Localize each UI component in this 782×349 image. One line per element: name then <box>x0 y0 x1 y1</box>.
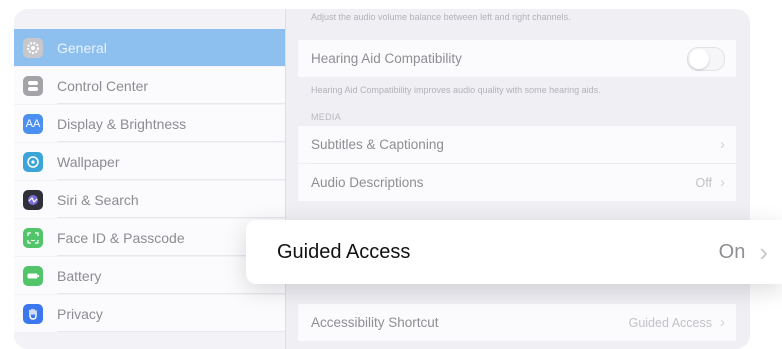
sidebar-item-label: Wallpaper <box>57 153 120 170</box>
guided-access-value: On <box>718 240 746 263</box>
chevron-right-icon: › <box>759 236 768 267</box>
divider <box>57 331 285 332</box>
sidebar-item-wallpaper[interactable]: Wallpaper <box>14 143 285 180</box>
sidebar-item-label: Siri & Search <box>57 191 139 208</box>
sidebar-item-label: Display & Brightness <box>57 115 187 132</box>
sidebar-item-siri-search[interactable]: Siri & Search <box>14 181 285 218</box>
sidebar-item-label: General <box>57 39 107 56</box>
accessibility-shortcut-value: Guided Access <box>628 315 712 330</box>
flower-icon <box>23 151 43 172</box>
toggles-icon <box>23 75 43 96</box>
sidebar-item-label: Face ID & Passcode <box>57 229 185 246</box>
chevron-right-icon: › <box>720 174 725 191</box>
hearing-aid-label: Hearing Aid Compatibility <box>311 51 462 66</box>
sidebar: General Control Center AA Display & Brig… <box>14 9 286 349</box>
sidebar-item-control-center[interactable]: Control Center <box>14 67 285 104</box>
audio-descriptions-row[interactable]: Audio Descriptions Off › <box>298 164 736 201</box>
hearing-aid-footnote: Hearing Aid Compatibility improves audio… <box>311 85 601 95</box>
audio-descriptions-label: Audio Descriptions <box>311 175 424 190</box>
sidebar-item-label: Privacy <box>57 305 103 322</box>
text-size-icon: AA <box>23 113 43 134</box>
accessibility-shortcut-label: Accessibility Shortcut <box>311 315 439 330</box>
accessibility-shortcut-row[interactable]: Accessibility Shortcut Guided Access › <box>298 304 736 341</box>
sidebar-item-battery[interactable]: Battery <box>14 257 285 294</box>
sidebar-item-display-brightness[interactable]: AA Display & Brightness <box>14 105 285 142</box>
subtitles-captioning-row[interactable]: Subtitles & Captioning › <box>298 126 736 163</box>
divider <box>57 103 285 104</box>
face-id-icon <box>23 227 43 248</box>
audio-descriptions-value: Off <box>695 175 712 190</box>
hearing-aid-row[interactable]: Hearing Aid Compatibility <box>298 40 736 77</box>
sidebar-item-label: Control Center <box>57 77 149 94</box>
gear-icon <box>23 37 43 58</box>
guided-access-label: Guided Access <box>277 240 411 263</box>
divider <box>57 293 285 294</box>
battery-icon <box>23 265 43 286</box>
divider <box>57 217 285 218</box>
divider <box>57 141 285 142</box>
settings-window: General Control Center AA Display & Brig… <box>14 9 750 349</box>
guided-access-row[interactable]: Guided Access On › <box>246 220 782 284</box>
sidebar-item-privacy[interactable]: Privacy <box>14 295 285 332</box>
sidebar-item-label: Battery <box>57 267 102 284</box>
hearing-aid-toggle[interactable] <box>687 46 725 71</box>
sidebar-item-face-id[interactable]: Face ID & Passcode <box>14 219 285 256</box>
detail-pane: Adjust the audio volume balance between … <box>286 9 750 349</box>
chevron-right-icon: › <box>720 136 725 153</box>
sidebar-item-general[interactable]: General <box>14 29 285 66</box>
divider <box>57 179 285 180</box>
balance-footnote: Adjust the audio volume balance between … <box>311 12 571 22</box>
media-section-header: MEDIA <box>311 112 342 122</box>
chevron-right-icon: › <box>720 314 725 331</box>
hand-icon <box>23 303 43 324</box>
siri-icon <box>23 189 43 210</box>
subtitles-captioning-label: Subtitles & Captioning <box>311 137 444 152</box>
